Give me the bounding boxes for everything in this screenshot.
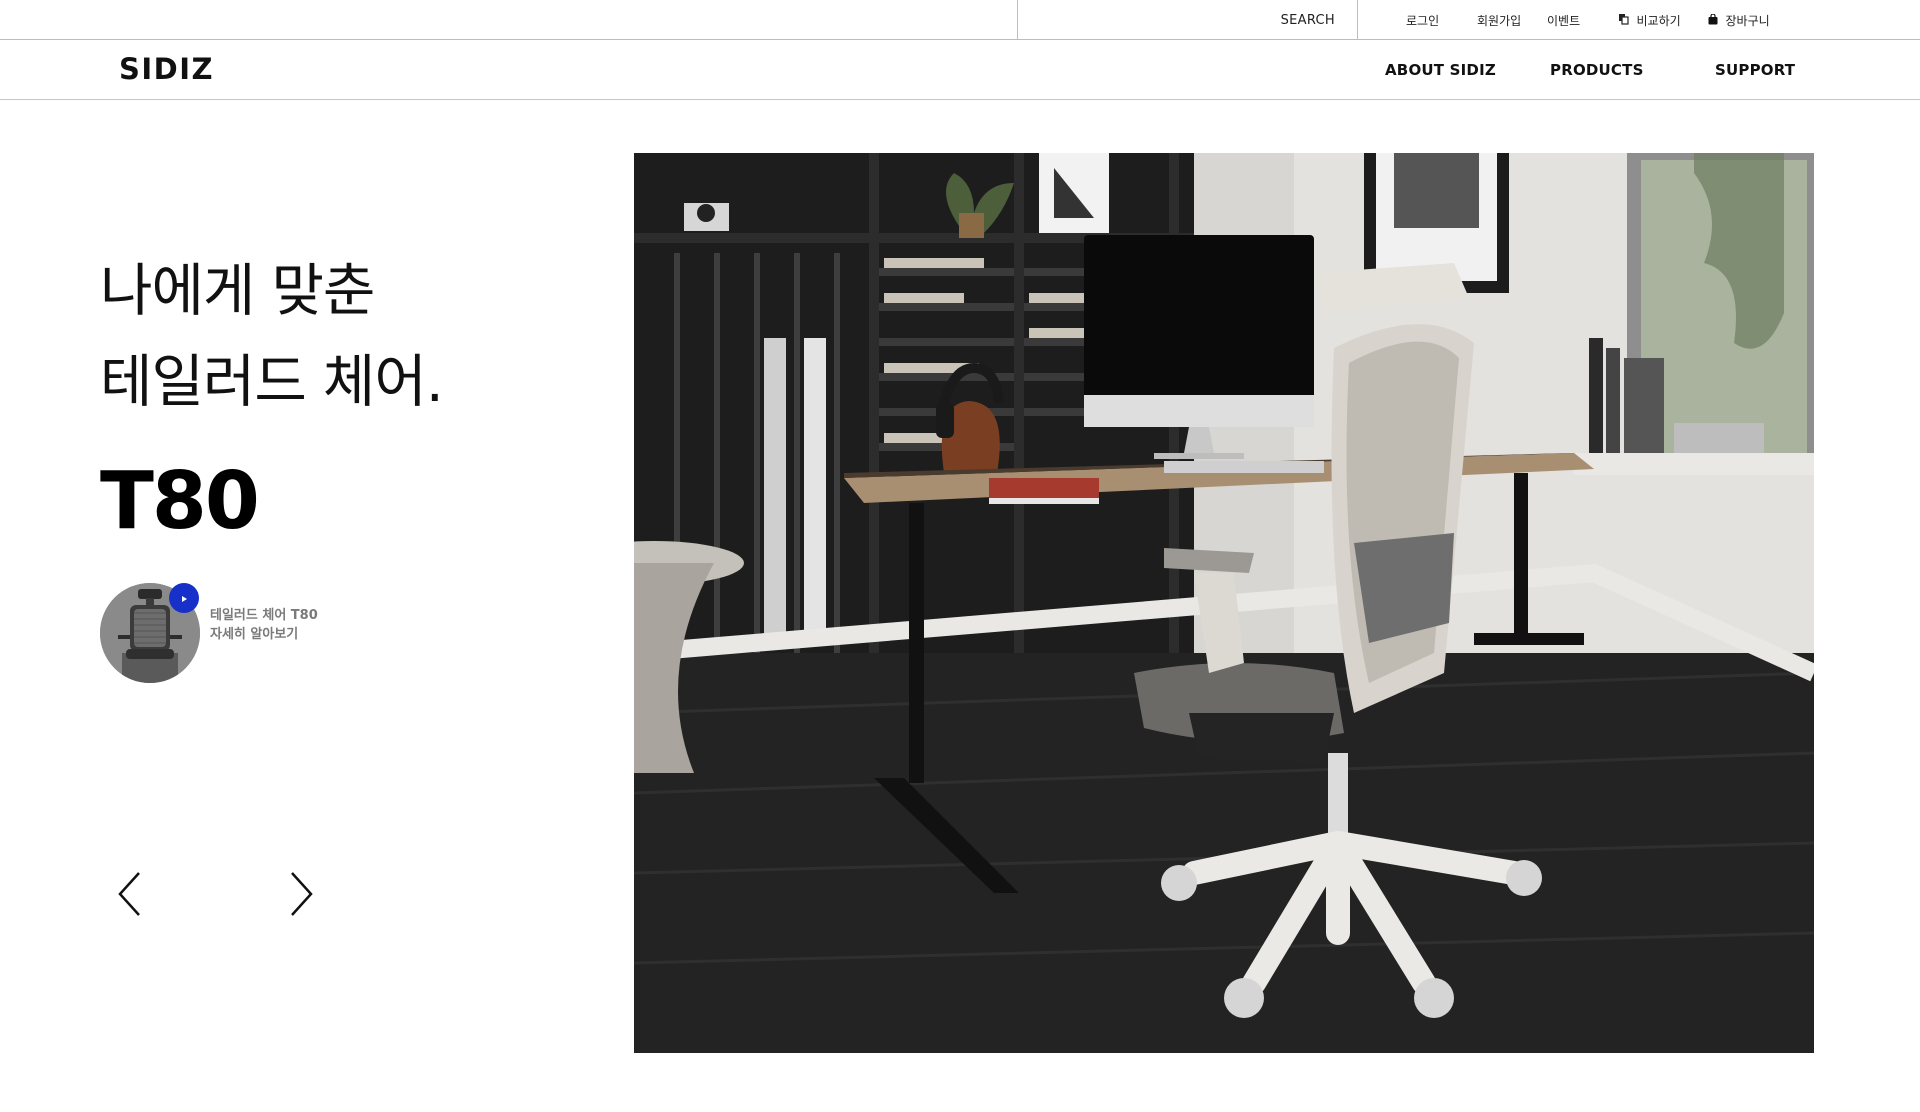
- nav-products[interactable]: PRODUCTS: [1550, 61, 1644, 79]
- main-nav: SIDIZ ABOUT SIDIZ PRODUCTS SUPPORT: [0, 40, 1920, 100]
- divider: [1357, 0, 1358, 40]
- chevron-right-icon: [286, 872, 316, 922]
- search-box[interactable]: SEARCH: [1018, 0, 1357, 40]
- search-label[interactable]: SEARCH: [1281, 13, 1335, 28]
- product-video-thumb[interactable]: [100, 583, 200, 683]
- signup-link[interactable]: 회원가입: [1477, 12, 1521, 29]
- play-icon: [179, 589, 189, 608]
- play-button[interactable]: [169, 583, 199, 613]
- headline-line-1: 나에게 맞춘: [100, 258, 375, 324]
- headline-line-2: 테일러드 체어.: [100, 349, 444, 415]
- hero-image: [634, 153, 1814, 1053]
- next-slide-button[interactable]: [286, 870, 316, 918]
- event-link[interactable]: 이벤트: [1547, 12, 1580, 29]
- prev-slide-button[interactable]: [115, 870, 145, 918]
- nav-support[interactable]: SUPPORT: [1715, 61, 1795, 79]
- utility-bar: SEARCH 로그인 회원가입 이벤트 비교하기 장바구니: [0, 0, 1920, 40]
- cart-label: 장바구니: [1725, 14, 1770, 28]
- product-link-text[interactable]: 테일러드 체어 T80 자세히 알아보기: [210, 606, 318, 644]
- chevron-left-icon: [115, 872, 145, 922]
- product-link-line-1: 테일러드 체어 T80: [210, 608, 318, 623]
- login-link[interactable]: 로그인: [1406, 12, 1439, 29]
- shopping-bag-icon: [1708, 13, 1722, 28]
- model-name: T80: [100, 455, 260, 547]
- product-link-line-2: 자세히 알아보기: [210, 627, 299, 642]
- compare-icon: [1619, 14, 1633, 28]
- compare-link[interactable]: 비교하기: [1619, 12, 1681, 29]
- sidiz-logo[interactable]: SIDIZ: [119, 52, 214, 86]
- nav-about[interactable]: ABOUT SIDIZ: [1385, 61, 1496, 79]
- cart-link[interactable]: 장바구니: [1708, 12, 1770, 29]
- hero-headline: 나에게 맞춘 테일러드 체어.: [100, 246, 444, 428]
- compare-label: 비교하기: [1636, 14, 1681, 28]
